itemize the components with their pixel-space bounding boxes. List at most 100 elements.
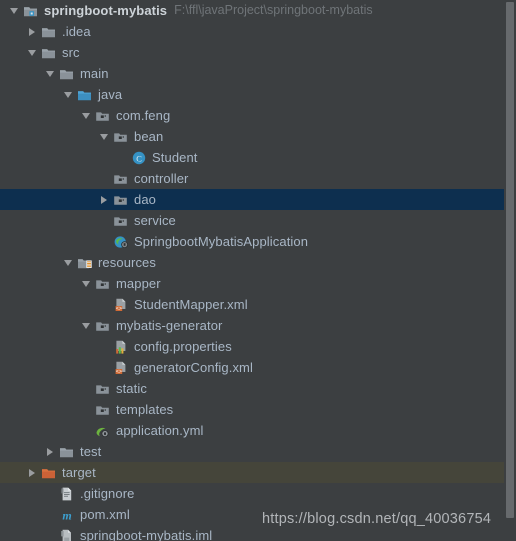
- tree-row[interactable]: C Student: [0, 147, 516, 168]
- folder-grey-icon: [59, 444, 75, 460]
- spring-yaml-icon: [95, 423, 111, 439]
- tree-row[interactable]: service: [0, 210, 516, 231]
- folder-source-icon: [77, 87, 93, 103]
- tree-row-label: mybatis-generator: [116, 318, 223, 333]
- tree-row[interactable]: test: [0, 441, 516, 462]
- tree-row-label: mapper: [116, 276, 161, 291]
- maven-file-icon: m: [59, 507, 75, 523]
- tree-row-label: static: [116, 381, 147, 396]
- tree-row[interactable]: mybatis-generator: [0, 315, 516, 336]
- vertical-scrollbar-thumb[interactable]: [506, 2, 514, 518]
- tree-row[interactable]: com.feng: [0, 105, 516, 126]
- java-class-icon: C: [131, 150, 147, 166]
- folder-grey-icon: [41, 24, 57, 40]
- tree-row[interactable]: <> generatorConfig.xml: [0, 357, 516, 378]
- tree-row[interactable]: resources: [0, 252, 516, 273]
- folder-package-icon: [95, 402, 111, 418]
- chevron-down-icon[interactable]: [8, 4, 21, 17]
- folder-grey-icon: [41, 45, 57, 61]
- svg-text:C: C: [136, 154, 142, 163]
- svg-text:<>: <>: [116, 369, 122, 375]
- tree-row-label: StudentMapper.xml: [134, 297, 248, 312]
- folder-package-icon: [113, 213, 129, 229]
- chevron-right-icon[interactable]: [26, 25, 39, 38]
- chevron-right-icon[interactable]: [26, 466, 39, 479]
- project-module-icon: [23, 3, 39, 19]
- tree-row[interactable]: .gitignore: [0, 483, 516, 504]
- svg-text:<>: <>: [116, 306, 122, 312]
- tree-row-label: resources: [98, 255, 156, 270]
- tree-row-label: target: [62, 465, 96, 480]
- tree-row[interactable]: target: [0, 462, 516, 483]
- folder-package-icon: [95, 276, 111, 292]
- xml-file-icon: <>: [113, 297, 129, 313]
- tree-row[interactable]: src: [0, 42, 516, 63]
- tree-row-label: com.feng: [116, 108, 171, 123]
- tree-row[interactable]: springboot-mybatis F:\ffl\javaProject\spr…: [0, 0, 516, 21]
- folder-package-icon: [95, 108, 111, 124]
- tree-row-label: main: [80, 66, 109, 81]
- tree-row[interactable]: controller: [0, 168, 516, 189]
- tree-row[interactable]: springboot-mybatis.iml: [0, 525, 516, 541]
- tree-row-label: bean: [134, 129, 164, 144]
- tree-row[interactable]: java: [0, 84, 516, 105]
- tree-row[interactable]: bean: [0, 126, 516, 147]
- chevron-down-icon[interactable]: [62, 88, 75, 101]
- project-tree-panel[interactable]: springboot-mybatis F:\ffl\javaProject\spr…: [0, 0, 516, 541]
- tree-row[interactable]: .idea: [0, 21, 516, 42]
- tree-row-label: config.properties: [134, 339, 232, 354]
- tree-row[interactable]: dao: [0, 189, 516, 210]
- chevron-right-icon[interactable]: [44, 445, 57, 458]
- chevron-right-icon[interactable]: [98, 193, 111, 206]
- tree-row-label: templates: [116, 402, 174, 417]
- tree-row-label: service: [134, 213, 176, 228]
- tree-row-label: pom.xml: [80, 507, 130, 522]
- tree-row[interactable]: config.properties: [0, 336, 516, 357]
- tree-row-label: application.yml: [116, 423, 204, 438]
- tree-row[interactable]: <> StudentMapper.xml: [0, 294, 516, 315]
- tree-row-label: java: [98, 87, 123, 102]
- xml-file-icon: <>: [113, 360, 129, 376]
- tree-row-label: controller: [134, 171, 189, 186]
- tree-row-label: src: [62, 45, 80, 60]
- chevron-down-icon[interactable]: [80, 319, 93, 332]
- project-path-label: F:\ffl\javaProject\springboot-mybatis: [174, 3, 373, 17]
- tree-row[interactable]: static: [0, 378, 516, 399]
- watermark-text: https://blog.csdn.net/qq_40036754: [262, 511, 492, 527]
- tree-row[interactable]: application.yml: [0, 420, 516, 441]
- tree-row-label: .idea: [62, 24, 91, 39]
- folder-grey-icon: [59, 66, 75, 82]
- tree-row-label: springboot-mybatis: [44, 3, 168, 18]
- folder-package-icon: [95, 318, 111, 334]
- tree-row[interactable]: mapper: [0, 273, 516, 294]
- tree-row[interactable]: main: [0, 63, 516, 84]
- folder-package-icon: [113, 192, 129, 208]
- vertical-scrollbar-track[interactable]: [504, 0, 516, 541]
- chevron-down-icon[interactable]: [98, 130, 111, 143]
- chevron-down-icon[interactable]: [44, 67, 57, 80]
- tree-row-label: SpringbootMybatisApplication: [134, 234, 309, 249]
- tree-row[interactable]: SpringbootMybatisApplication: [0, 231, 516, 252]
- chevron-down-icon[interactable]: [26, 46, 39, 59]
- folder-orange-icon: [41, 465, 57, 481]
- tree-row-label: test: [80, 444, 102, 459]
- properties-file-icon: [113, 339, 129, 355]
- folder-package-icon: [113, 171, 129, 187]
- tree-row[interactable]: templates: [0, 399, 516, 420]
- tree-row-label: .gitignore: [80, 486, 135, 501]
- svg-text:m: m: [62, 508, 71, 522]
- folder-resources-icon: [77, 255, 93, 271]
- iml-file-icon: [59, 528, 75, 541]
- tree-row-label: springboot-mybatis.iml: [80, 528, 213, 541]
- chevron-down-icon[interactable]: [80, 109, 93, 122]
- chevron-down-icon[interactable]: [80, 277, 93, 290]
- folder-package-icon: [95, 381, 111, 397]
- chevron-down-icon[interactable]: [62, 256, 75, 269]
